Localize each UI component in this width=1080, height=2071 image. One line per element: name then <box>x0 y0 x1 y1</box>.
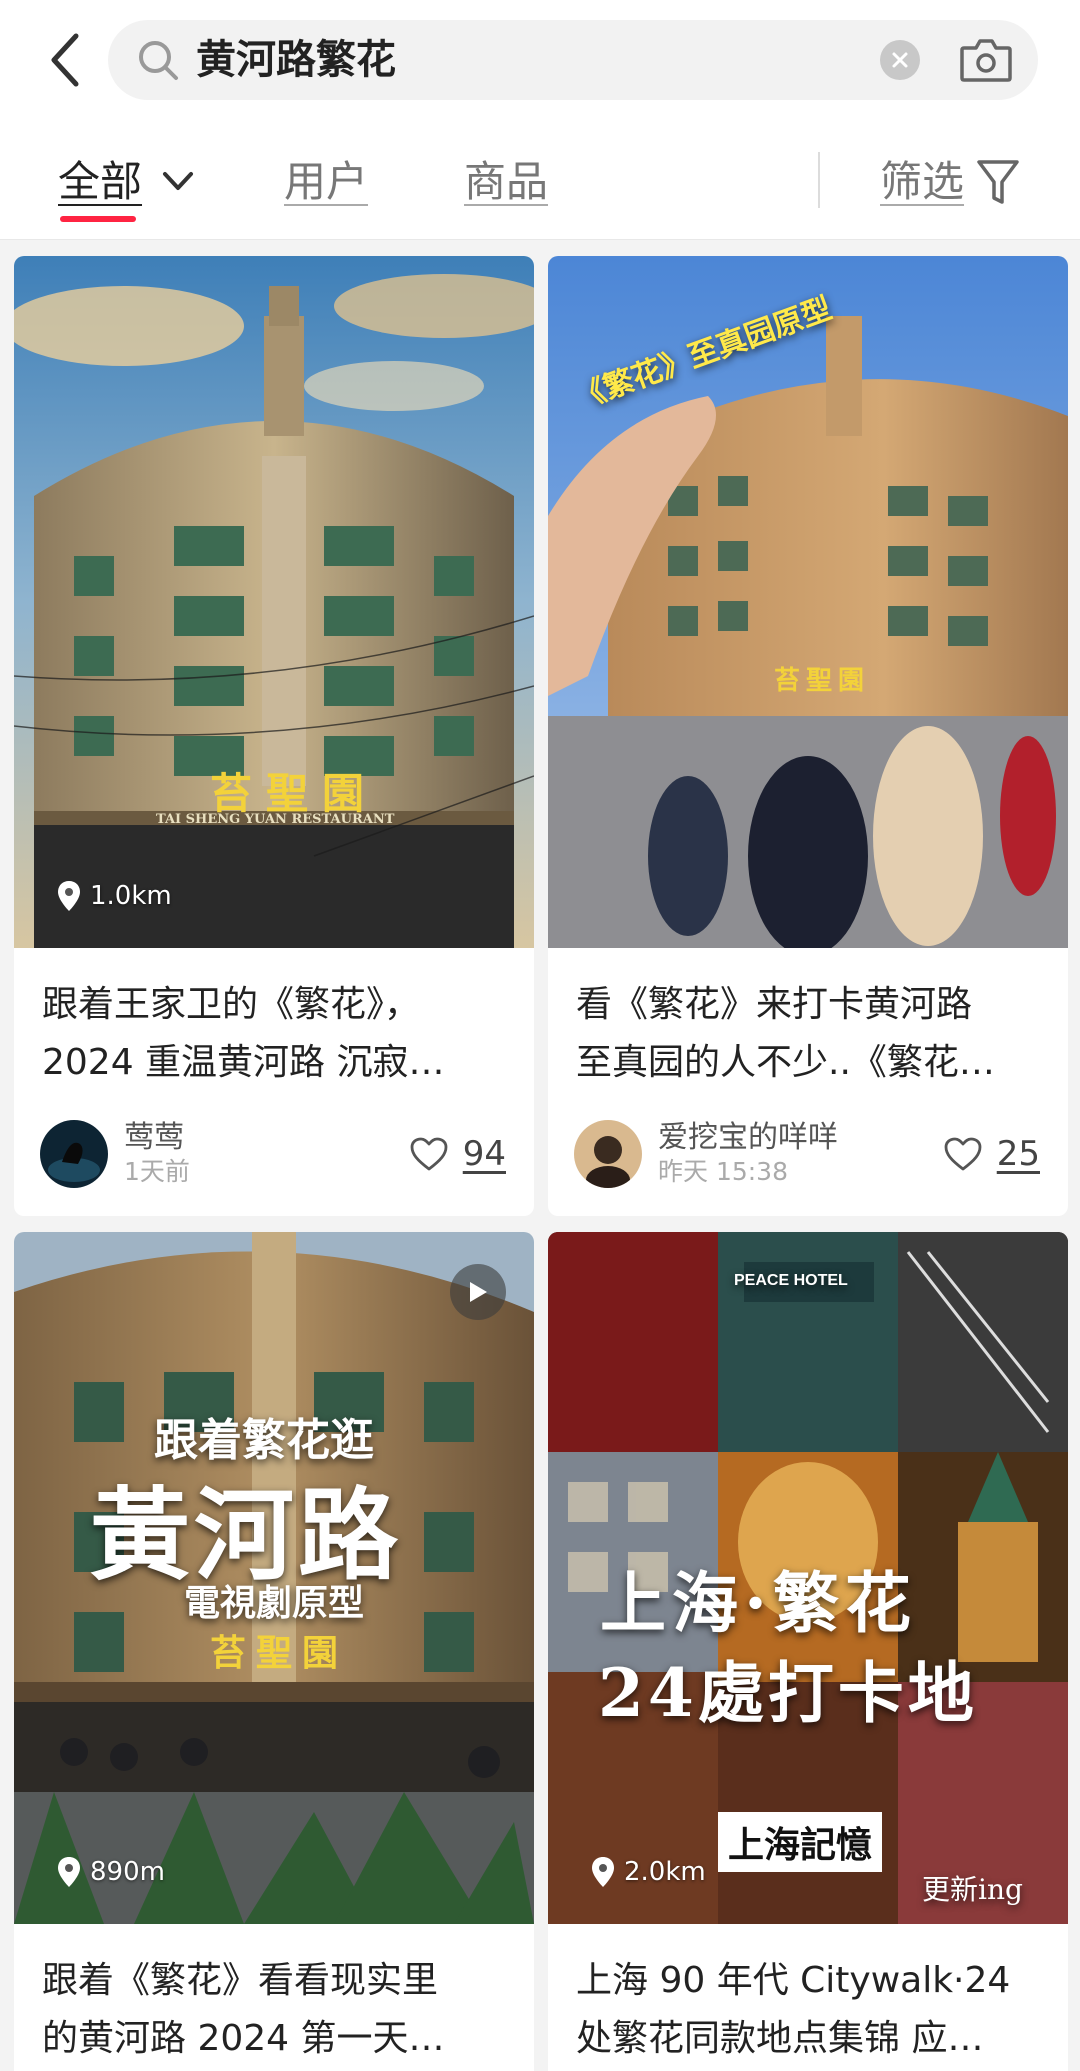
restaurant-sign: 苔聖園 <box>210 1632 349 1674</box>
cover-overlay-subtitle: 24處打卡地 <box>598 1654 978 1732</box>
note-title-line: 上海 90 年代 Citywalk·24 <box>576 1960 1011 2001</box>
note-cover-image[interactable]: 苔聖園 TAI SHENG YUAN RESTAURANT 1.0km <box>14 256 534 948</box>
search-input[interactable]: 黄河路繁花 <box>108 20 1038 100</box>
note-cover-image[interactable]: 跟着繁花逛 黃河路 電視劇原型 苔聖園 890m <box>14 1232 534 1924</box>
location-pin-icon <box>58 1857 80 1887</box>
active-tab-indicator <box>60 216 136 222</box>
note-card[interactable]: PEACE HOTEL 上海·繁花 24處打卡地 上海記憶 更新ing 2.0k… <box>548 1232 1068 2071</box>
note-title-line: 2024 重温黄河路 沉寂… <box>42 1042 445 1083</box>
cover-overlay-subtitle: 電視劇原型 <box>184 1582 365 1624</box>
play-icon[interactable] <box>450 1264 506 1320</box>
note-title[interactable]: 跟着《繁花》看看现实里 的黄河路 2024 第一天… <box>42 1952 512 2068</box>
distance-badge: 890m <box>56 1852 165 1892</box>
distance-text: 890m <box>90 1857 165 1887</box>
author-info[interactable]: 莺莺 1天前 <box>40 1120 190 1188</box>
note-card[interactable]: 跟着繁花逛 黃河路 電視劇原型 苔聖園 890m 跟着《繁花》看看现实里 的黄河… <box>14 1232 534 2071</box>
note-cover-image[interactable]: 《繁花》至真园原型 苔聖園 <box>548 256 1068 948</box>
like-count: 94 <box>462 1134 506 1174</box>
stamp-label: 上海記憶 <box>718 1812 883 1872</box>
avatar[interactable] <box>574 1120 642 1188</box>
note-title-line: 跟着王家卫的《繁花》， <box>42 984 421 1025</box>
back-button[interactable] <box>40 30 90 90</box>
note-title-line: 跟着《繁花》看看现实里 <box>42 1960 439 2001</box>
distance-text: 2.0km <box>624 1857 706 1887</box>
post-time: 1天前 <box>124 1157 190 1186</box>
tab-users[interactable]: 用户 <box>284 156 368 208</box>
tab-all[interactable]: 全部 <box>58 156 142 208</box>
distance-badge: 2.0km <box>590 1852 706 1892</box>
hotel-sign: PEACE HOTEL <box>734 1272 848 1289</box>
tab-goods[interactable]: 商品 <box>464 156 548 208</box>
note-title-line: 处繁花同款地点集锦 应… <box>576 2018 984 2059</box>
note-title[interactable]: 上海 90 年代 Citywalk·24 处繁花同款地点集锦 应… <box>576 1952 1046 2068</box>
author-info[interactable]: 爱挖宝的咩咩 昨天 15:38 <box>574 1120 838 1188</box>
note-title-line: 看《繁花》来打卡黄河路 <box>576 984 973 1025</box>
heart-icon <box>944 1137 982 1171</box>
filter-button[interactable]: 筛选 <box>880 156 964 208</box>
tab-divider <box>818 152 820 208</box>
camera-icon[interactable] <box>958 34 1014 86</box>
heart-icon <box>410 1137 448 1171</box>
clear-icon <box>892 52 908 68</box>
like-button[interactable]: 25 <box>943 1134 1040 1174</box>
chevron-down-icon[interactable] <box>160 168 196 196</box>
author-name: 莺莺 <box>124 1120 184 1155</box>
distance-text: 1.0km <box>90 881 172 911</box>
distance-badge: 1.0km <box>56 876 172 916</box>
note-cover-image[interactable]: PEACE HOTEL 上海·繁花 24處打卡地 上海記憶 更新ing 2.0k… <box>548 1232 1068 1924</box>
author-name: 爱挖宝的咩咩 <box>658 1120 838 1155</box>
corner-label: 更新ing <box>922 1873 1023 1906</box>
note-title-line: 至真园的人不少..《繁花… <box>576 1042 995 1083</box>
clear-search-button[interactable] <box>880 40 920 80</box>
note-title[interactable]: 跟着王家卫的《繁花》， 2024 重温黄河路 沉寂… <box>42 976 512 1092</box>
search-icon <box>139 41 178 80</box>
filter-icon[interactable] <box>976 158 1020 208</box>
back-icon <box>51 33 79 87</box>
like-button[interactable]: 94 <box>409 1134 506 1174</box>
search-tabs: 全部 用户 商品 筛选 <box>0 120 1080 240</box>
search-query[interactable]: 黄河路繁花 <box>196 36 396 84</box>
note-title[interactable]: 看《繁花》来打卡黄河路 至真园的人不少..《繁花… <box>576 976 1046 1092</box>
post-time: 昨天 15:38 <box>658 1157 788 1186</box>
restaurant-sign: 苔聖園 <box>774 666 871 696</box>
avatar[interactable] <box>40 1120 108 1188</box>
location-pin-icon <box>58 881 80 911</box>
note-title-line: 的黄河路 2024 第一天… <box>42 2018 445 2059</box>
cover-overlay-title: 上海·繁花 <box>600 1564 917 1642</box>
like-count: 25 <box>996 1134 1040 1174</box>
location-pin-icon <box>592 1857 614 1887</box>
restaurant-sign-english: TAI SHENG YUAN RESTAURANT <box>156 812 395 827</box>
note-card[interactable]: 《繁花》至真园原型 苔聖園 看《繁花》来打卡黄河路 至真园的人不少..《繁花… … <box>548 256 1068 1216</box>
note-card[interactable]: 苔聖園 TAI SHENG YUAN RESTAURANT 1.0km 跟着王家… <box>14 256 534 1216</box>
top-bar: 黄河路繁花 <box>0 0 1080 120</box>
